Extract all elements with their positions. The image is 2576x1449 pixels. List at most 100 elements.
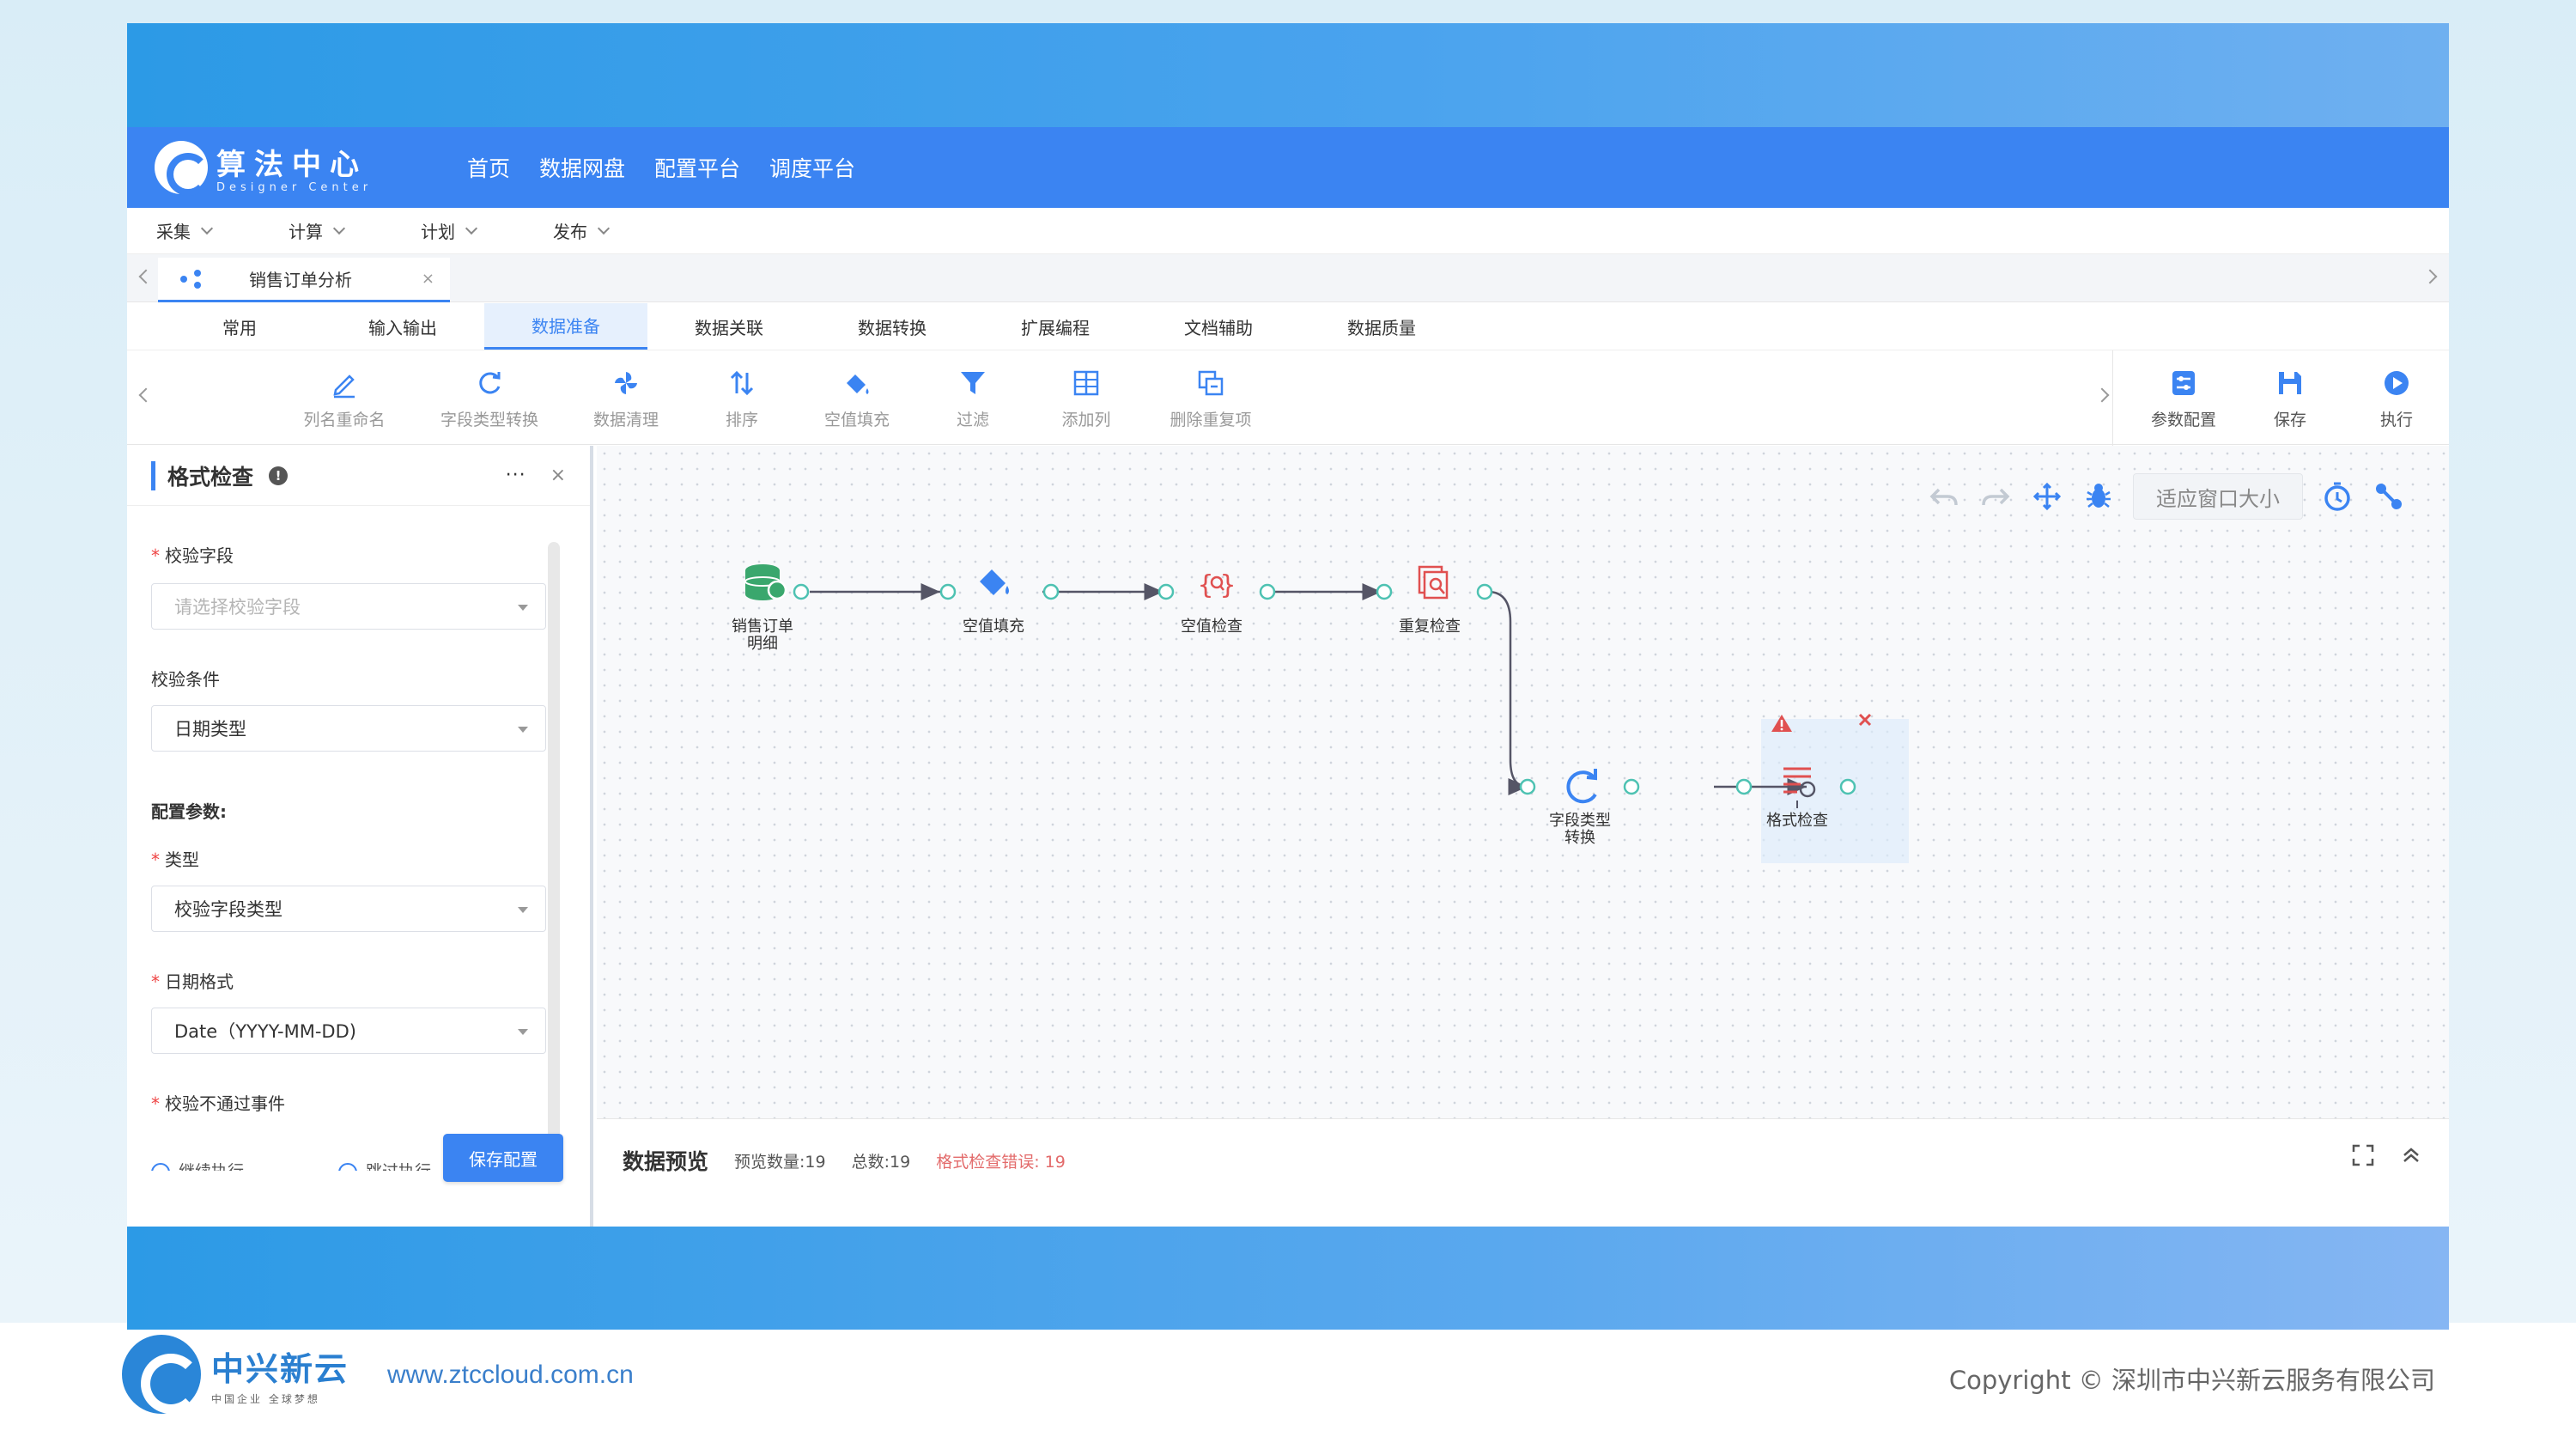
node-format-check[interactable]: 格式检查 [1754, 813, 1840, 830]
preview-title[interactable]: 数据预览 [623, 1145, 708, 1176]
duplicate-search-icon[interactable] [1418, 565, 1449, 600]
edit-icon [333, 374, 355, 399]
caret-down-icon [518, 1029, 528, 1035]
field-check-label: * 校验字段 [151, 545, 234, 566]
radio-continue[interactable]: 继续执行 [151, 1159, 244, 1171]
nav-config-platform[interactable]: 配置平台 [654, 152, 740, 183]
toolbar-right-icon[interactable] [2094, 387, 2110, 403]
tool-dedupe[interactable]: 删除重复项 [1146, 368, 1275, 430]
node-label-line: 字段类型 [1549, 812, 1611, 830]
tab-extension[interactable]: 扩展编程 [974, 303, 1137, 350]
tab-data-transform[interactable]: 数据转换 [811, 303, 974, 350]
timer-icon[interactable] [2320, 479, 2354, 514]
dedupe-icon [1198, 370, 1224, 396]
decor-bottom-band [127, 1227, 2449, 1330]
close-icon[interactable]: × [422, 270, 434, 288]
node-null-fill[interactable]: 空值填充 [951, 618, 1036, 636]
flow-diagram: { } [744, 564, 1872, 808]
tab-data-quality[interactable]: 数据质量 [1300, 303, 1463, 350]
tool-label: 字段类型转换 [440, 411, 538, 429]
chevron-up-icon[interactable] [2399, 1143, 2423, 1171]
menu-compute[interactable]: 计算 [289, 218, 421, 243]
tab-doc-helper[interactable]: 文档辅助 [1137, 303, 1300, 350]
tool-rename-column[interactable]: 列名重命名 [280, 368, 409, 430]
menu-collect[interactable]: 采集 [156, 218, 289, 243]
pinwheel-icon [615, 372, 637, 394]
node-duplicate-check[interactable]: 重复检查 [1387, 618, 1473, 636]
tool-filter[interactable]: 过滤 [908, 368, 1037, 430]
tab-common[interactable]: 常用 [158, 303, 321, 350]
flow-canvas[interactable]: { } 销售订单 明细 空值填充 空值检查 重复检查 字段类型 转换 格式检查 … [597, 446, 2449, 1118]
tool-sort[interactable]: 排序 [677, 368, 806, 430]
tool-label: 过滤 [956, 411, 989, 429]
tab-data-prep[interactable]: 数据准备 [484, 303, 647, 350]
date-format-label: * 日期格式 [151, 971, 234, 992]
category-tabs: 常用 输入输出 数据准备 数据关联 数据转换 扩展编程 文档辅助 数据质量 [127, 303, 2449, 350]
fullscreen-icon[interactable] [2351, 1143, 2375, 1171]
footer-url[interactable]: www.ztccloud.com.cn [387, 1361, 634, 1390]
preview-error[interactable]: 格式检查错误: 19 [936, 1149, 1066, 1172]
brace-search-icon[interactable]: { } [1198, 570, 1236, 600]
field-check-select[interactable]: 请选择校验字段 [151, 583, 546, 630]
toolbar-divider [2112, 350, 2113, 446]
debug-icon[interactable] [2081, 479, 2116, 514]
menu-label: 采集 [156, 222, 191, 242]
more-icon[interactable]: ··· [506, 465, 526, 486]
menu-plan[interactable]: 计划 [421, 218, 553, 243]
save-icon [2279, 372, 2301, 394]
component-toolbar: 列名重命名 字段类型转换 数据清理 排序 空值填充 过滤 添加列 删除重复项 参… [127, 350, 2449, 446]
nav-home[interactable]: 首页 [467, 152, 510, 183]
node-label-line: 转换 [1564, 829, 1595, 847]
type-select[interactable]: 校验字段类型 [151, 886, 546, 932]
tool-type-convert[interactable]: 字段类型转换 [425, 368, 554, 430]
undo-icon[interactable] [1927, 479, 1961, 514]
node-null-check[interactable]: 空值检查 [1169, 618, 1255, 636]
fill-bucket-icon [847, 374, 869, 394]
condition-select[interactable]: 日期类型 [151, 705, 546, 752]
radio-skip[interactable]: 跳过执行 [338, 1159, 431, 1171]
node-field-type-convert[interactable]: 字段类型 转换 [1537, 813, 1623, 847]
decor-top-band [127, 23, 2449, 127]
filter-icon [961, 372, 985, 394]
tool-data-clean[interactable]: 数据清理 [562, 368, 690, 430]
app-logo[interactable]: 算法中心 Designer Center [155, 141, 438, 196]
tab-data-join[interactable]: 数据关联 [647, 303, 811, 350]
tool-null-fill[interactable]: 空值填充 [793, 368, 921, 430]
node-label-line: 销售订单 [732, 618, 793, 636]
tool-label: 排序 [725, 411, 758, 429]
delete-node-icon[interactable] [1858, 713, 1872, 727]
doc-tab-label: 销售订单分析 [249, 270, 352, 290]
refresh-icon[interactable] [1566, 769, 1597, 804]
doc-tab-sales-analysis[interactable]: 销售订单分析 × [158, 258, 450, 302]
nav-schedule-platform[interactable]: 调度平台 [769, 152, 855, 183]
info-icon[interactable]: ! [269, 466, 289, 485]
caret-down-icon [518, 605, 528, 611]
config-panel: 格式检查 ! ··· × * 校验字段 请选择校验字段 校验条件 日期类型 配置参… [127, 446, 593, 1227]
execute-button[interactable]: 执行 [2332, 368, 2449, 430]
caret-down-icon [518, 907, 528, 913]
tab-io[interactable]: 输入输出 [321, 303, 484, 350]
refresh-icon [479, 372, 501, 394]
app-header: 算法中心 Designer Center 首页 数据网盘 配置平台 调度平台 [127, 127, 2449, 208]
format-check-icon[interactable] [1783, 767, 1816, 808]
save-config-button[interactable]: 保存配置 [443, 1134, 563, 1182]
tool-add-column[interactable]: 添加列 [1022, 368, 1151, 430]
move-icon[interactable] [2030, 479, 2064, 514]
data-preview-bar: 数据预览 预览数量:19 总数:19 格式检查错误: 19 [597, 1118, 2449, 1227]
scroll-left-icon[interactable] [138, 269, 154, 284]
node-sales-order-detail[interactable]: 销售订单 明细 [720, 618, 805, 653]
panel-scrollbar[interactable] [548, 542, 560, 1143]
scroll-right-icon[interactable] [2422, 269, 2438, 284]
fill-bucket-icon[interactable] [980, 569, 1009, 595]
close-icon[interactable]: × [550, 465, 566, 486]
toolbar-left-icon[interactable] [138, 387, 154, 403]
nav-data-drive[interactable]: 数据网盘 [539, 152, 625, 183]
warning-icon [1771, 715, 1792, 732]
fit-window-button[interactable]: 适应窗口大小 [2133, 473, 2303, 520]
database-icon[interactable] [744, 564, 787, 600]
menu-publish[interactable]: 发布 [553, 218, 685, 243]
tool-label: 列名重命名 [303, 411, 386, 429]
redo-icon[interactable] [1978, 479, 2013, 514]
link-icon[interactable] [2372, 479, 2406, 514]
date-format-select[interactable]: Date（YYYY-MM-DD) [151, 1008, 546, 1054]
